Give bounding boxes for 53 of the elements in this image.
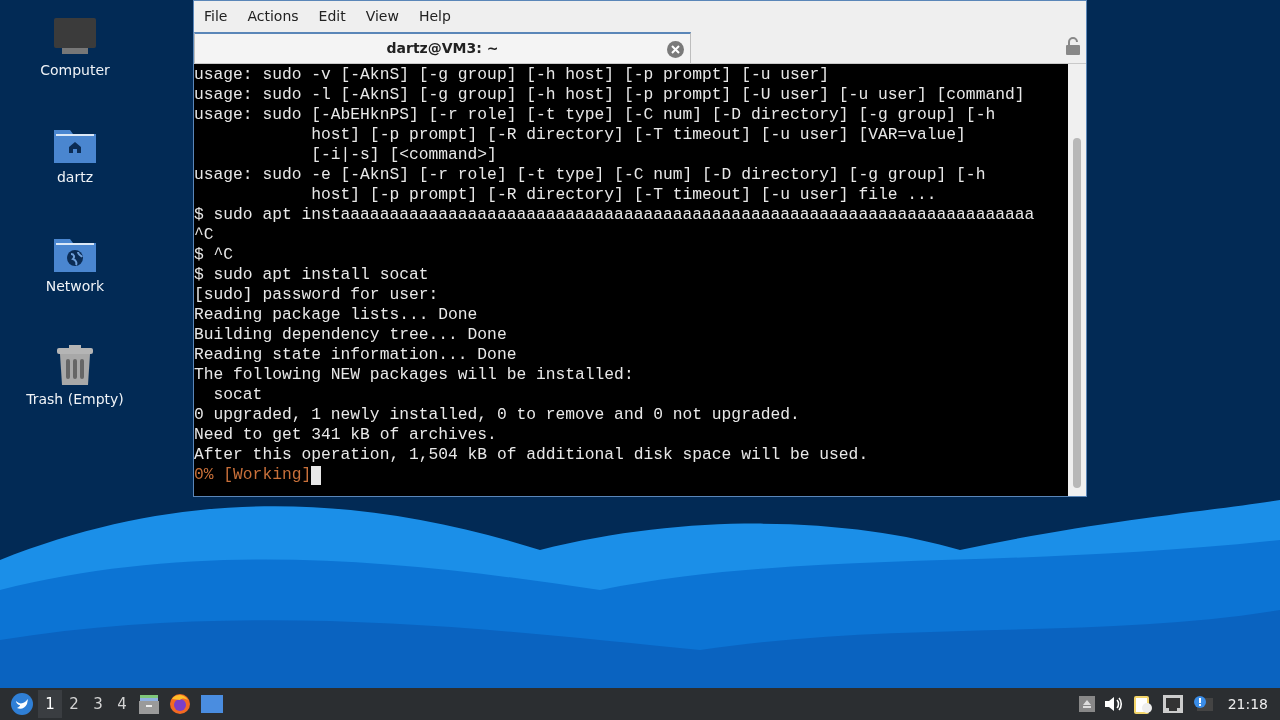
monitor-icon bbox=[54, 18, 96, 56]
terminal-line: [sudo] password for user: bbox=[194, 285, 439, 305]
terminal-line: ^C bbox=[194, 225, 214, 245]
home-folder-icon bbox=[54, 127, 96, 163]
terminal-line: $ sudo apt install socat bbox=[194, 265, 429, 285]
terminal-line: The following NEW packages will be installed: bbox=[194, 365, 634, 385]
menu-item[interactable]: Help bbox=[408, 8, 461, 24]
terminal-line: usage: sudo -l [-AknS] [-g group] [-h host] [-p prompt] [-U user] [-u user] [command] bbox=[194, 85, 1025, 105]
terminal-line: [-i|-s] [<command>] bbox=[310, 145, 497, 165]
terminal-line: Need to get 341 kB of archives. bbox=[194, 425, 497, 445]
close-icon[interactable] bbox=[667, 40, 684, 58]
desktop-icon-label[interactable]: Computer bbox=[40, 62, 110, 78]
terminal-line: socat bbox=[212, 385, 263, 405]
terminal-line: $ ^C bbox=[194, 245, 234, 265]
terminal-line: Reading state information... Done bbox=[194, 345, 517, 365]
terminal-line: After this operation, 1,504 kB of additional disk space will be used. bbox=[194, 445, 869, 465]
terminal-line: host] [-p prompt] [-R directory] [-T timeout] [-u user] [VAR=value] bbox=[310, 125, 966, 145]
menu-item[interactable]: Edit bbox=[308, 8, 356, 24]
file-cabinet-icon[interactable] bbox=[139, 694, 159, 714]
bird-logo-icon[interactable] bbox=[11, 693, 33, 715]
text-cursor bbox=[311, 465, 322, 485]
terminal-line: 0 upgraded, 1 newly installed, 0 to remove and 0 not upgraded. bbox=[194, 405, 800, 425]
workspace-button[interactable]: 4 bbox=[110, 690, 134, 718]
clock[interactable]: 21:18 bbox=[1227, 696, 1268, 712]
progress-line: 0% [Working] bbox=[194, 465, 312, 485]
workspace-button[interactable]: 2 bbox=[62, 690, 86, 718]
desktop-icon-label[interactable]: Network bbox=[45, 278, 105, 294]
terminal-line: usage: sudo [-AbEHknPS] [-r role] [-t type] [-C num] [-D directory] [-g group] [-h bbox=[194, 105, 996, 125]
workspace-button[interactable]: 3 bbox=[86, 690, 110, 718]
menu-item[interactable]: View bbox=[355, 8, 409, 24]
desktop-icon-label[interactable]: dartz bbox=[56, 169, 94, 185]
workspace-button[interactable]: 1 bbox=[38, 690, 62, 718]
eject-icon[interactable] bbox=[1078, 696, 1095, 712]
terminal-line: usage: sudo -e [-AknS] [-r role] [-t type] [-C num] [-D directory] [-g group] [-h bbox=[194, 165, 986, 185]
browser-icon[interactable] bbox=[169, 693, 191, 715]
terminal-line: usage: sudo -v [-AknS] [-g group] [-h host] [-p prompt] [-u user] bbox=[194, 65, 830, 85]
terminal-tab[interactable]: dartz@VM3: ~ bbox=[194, 31, 691, 63]
desktop-icon-label[interactable]: Trash (Empty) bbox=[26, 391, 124, 407]
clipboard-icon[interactable] bbox=[1132, 694, 1153, 714]
notification-icon[interactable] bbox=[1192, 695, 1213, 713]
scrollbar-thumb[interactable] bbox=[1073, 138, 1081, 488]
volume-icon[interactable] bbox=[1104, 696, 1123, 712]
network-folder-icon bbox=[54, 236, 96, 272]
terminal-line: Reading package lists... Done bbox=[194, 305, 478, 325]
trash-icon bbox=[57, 345, 93, 385]
terminal-line: host] [-p prompt] [-R directory] [-T timeout] [-u user] file ... bbox=[310, 185, 937, 205]
terminal-line: Building dependency tree... Done bbox=[194, 325, 507, 345]
scrollbar[interactable] bbox=[1068, 64, 1086, 496]
menu-item[interactable]: File bbox=[194, 8, 238, 24]
padlock-icon[interactable] bbox=[1066, 37, 1080, 55]
menu-item[interactable]: Actions bbox=[237, 8, 309, 24]
network-port-icon[interactable] bbox=[1162, 695, 1183, 713]
terminal-line: $ sudo apt instaaaaaaaaaaaaaaaaaaaaaaaaaaaaaaaaaaaaaaaaaaaaaaaaaaaaaaaaaaaaaaaaaaaaaaa bbox=[194, 205, 1035, 225]
